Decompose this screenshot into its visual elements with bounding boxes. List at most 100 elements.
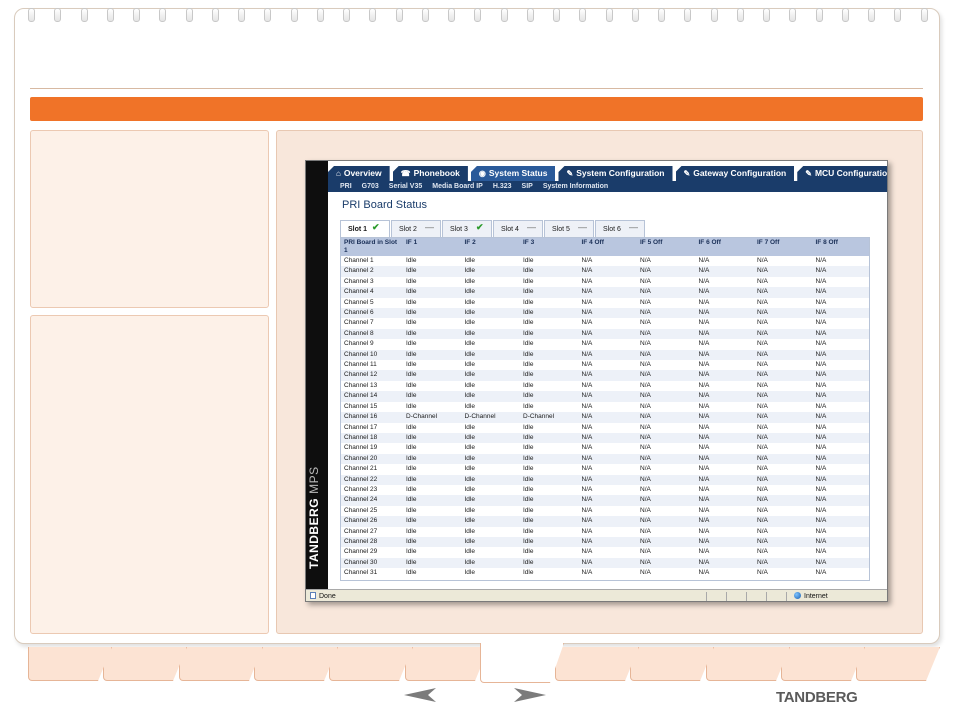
tab-slot-1[interactable]: Slot 1 ✔ [340, 220, 390, 237]
interface-status: Idle [403, 547, 462, 558]
interface-status: N/A [695, 328, 754, 340]
tab-overview[interactable]: ⌂ Overview [328, 166, 390, 181]
interface-status: Idle [520, 276, 579, 288]
interface-status: N/A [754, 297, 813, 309]
interface-status: Idle [461, 297, 520, 309]
interface-status: Idle [461, 484, 520, 496]
interface-status: Idle [520, 464, 579, 475]
interface-status: Idle [403, 328, 462, 340]
section-tab[interactable] [781, 647, 865, 681]
slot-tab-label: Slot 5 [552, 226, 570, 233]
arrow-left-icon[interactable] [404, 687, 436, 703]
channel-name: Channel 29 [341, 547, 403, 558]
tab-slot-5[interactable]: Slot 5 — [544, 220, 594, 237]
section-tab[interactable] [329, 647, 413, 681]
subnav-pri[interactable]: PRI [340, 181, 352, 192]
interface-status: N/A [754, 432, 813, 444]
interface-status: N/A [754, 256, 813, 267]
table-row: Channel 24 Idle Idle Idle N/A N/A N/A N/A N/A [341, 495, 869, 506]
interface-status: N/A [578, 526, 637, 537]
interface-status: Idle [520, 516, 579, 527]
check-icon: ✔ [372, 222, 380, 232]
interface-status: Idle [461, 318, 520, 329]
interface-status: N/A [578, 297, 637, 309]
tab-slot-2[interactable]: Slot 2 — [391, 220, 441, 237]
dash-icon: — [527, 222, 536, 232]
section-tab[interactable] [254, 647, 338, 681]
interface-status: Idle [461, 443, 520, 454]
section-tab[interactable] [103, 647, 187, 681]
table-row: Channel 27 Idle Idle Idle N/A N/A N/A N/A N/A [341, 526, 869, 537]
interface-status: Idle [403, 266, 462, 277]
interface-status: N/A [812, 547, 869, 558]
interface-status: N/A [812, 526, 869, 537]
channel-name: Channel 17 [341, 422, 403, 433]
tab-gateway-configuration[interactable]: ✎ Gateway Configuration [675, 166, 795, 181]
section-tab[interactable] [28, 647, 112, 681]
channel-name: Channel 25 [341, 505, 403, 517]
interface-status: N/A [812, 495, 869, 506]
subnav-system-information[interactable]: System Information [543, 181, 608, 192]
interface-status: N/A [637, 276, 696, 288]
interface-status: N/A [812, 484, 869, 496]
column-header: IF 4 Off [578, 238, 637, 256]
statusbar-divider [706, 592, 707, 601]
tab-phonebook[interactable]: ☎ Phonebook [392, 166, 468, 181]
table-row: Channel 12 Idle Idle Idle N/A N/A N/A N/A N/A [341, 370, 869, 381]
interface-status: N/A [637, 401, 696, 413]
interface-status: N/A [695, 297, 754, 309]
section-tab[interactable] [856, 647, 940, 681]
table-header-row: PRI Board in Slot 1 IF 1 IF 2 IF 3 IF 4 Off I… [341, 238, 869, 256]
channel-name: Channel 3 [341, 276, 403, 288]
table-row: Channel 26 Idle Idle Idle N/A N/A N/A N/A N/A [341, 516, 869, 527]
sidebar-note-top [30, 130, 269, 308]
tab-slot-3[interactable]: Slot 3 ✔ [442, 220, 492, 237]
section-tab[interactable] [480, 643, 564, 683]
status-table-container[interactable]: PRI Board in Slot 1 IF 1 IF 2 IF 3 IF 4 Off I… [340, 237, 870, 581]
binder-ring [579, 8, 587, 22]
table-row: Channel 5 Idle Idle Idle N/A N/A N/A N/A N/A [341, 297, 869, 309]
subnav-h-323[interactable]: H.323 [493, 181, 512, 192]
interface-status: N/A [578, 391, 637, 402]
section-tab[interactable] [706, 647, 790, 681]
section-tab[interactable] [179, 647, 263, 681]
interface-status: Idle [461, 266, 520, 277]
subnav-media-board-ip[interactable]: Media Board IP [432, 181, 483, 192]
interface-status: N/A [812, 536, 869, 548]
interface-status: Idle [520, 318, 579, 329]
statusbar-divider [746, 592, 747, 601]
subnav-sip[interactable]: SIP [522, 181, 533, 192]
tab-system-configuration[interactable]: ✎ System Configuration [558, 166, 673, 181]
statusbar-divider [726, 592, 727, 601]
tab-system-status[interactable]: ◉ System Status [470, 166, 556, 181]
interface-status: N/A [812, 349, 869, 361]
interface-status: Idle [403, 308, 462, 319]
interface-status: N/A [695, 557, 754, 569]
arrow-right-icon[interactable] [514, 687, 546, 703]
binder-ring [369, 8, 377, 22]
interface-status: N/A [637, 380, 696, 392]
section-tab[interactable] [405, 647, 489, 681]
interface-status: N/A [754, 266, 813, 277]
interface-status: N/A [578, 256, 637, 267]
channel-name: Channel 9 [341, 339, 403, 350]
binder-ring [264, 8, 272, 22]
interface-status: Idle [520, 474, 579, 485]
interface-status: Idle [461, 536, 520, 548]
tab-mcu-configuration[interactable]: ✎ MCU Configuration [797, 166, 887, 181]
interface-status: N/A [695, 505, 754, 517]
interface-status: Idle [403, 505, 462, 517]
tab-slot-4[interactable]: Slot 4 — [493, 220, 543, 237]
section-tab[interactable] [555, 647, 639, 681]
tab-slot-6[interactable]: Slot 6 — [595, 220, 645, 237]
channel-name: Channel 11 [341, 360, 403, 371]
interface-status: Idle [403, 464, 462, 475]
interface-status: N/A [754, 484, 813, 496]
interface-status: N/A [637, 287, 696, 298]
subnav-g703[interactable]: G703 [362, 181, 379, 192]
interface-status: Idle [403, 474, 462, 485]
subnav-serial-v35[interactable]: Serial V35 [389, 181, 422, 192]
section-tab[interactable] [630, 647, 714, 681]
header-divider [30, 88, 923, 89]
channel-name: Channel 13 [341, 380, 403, 392]
